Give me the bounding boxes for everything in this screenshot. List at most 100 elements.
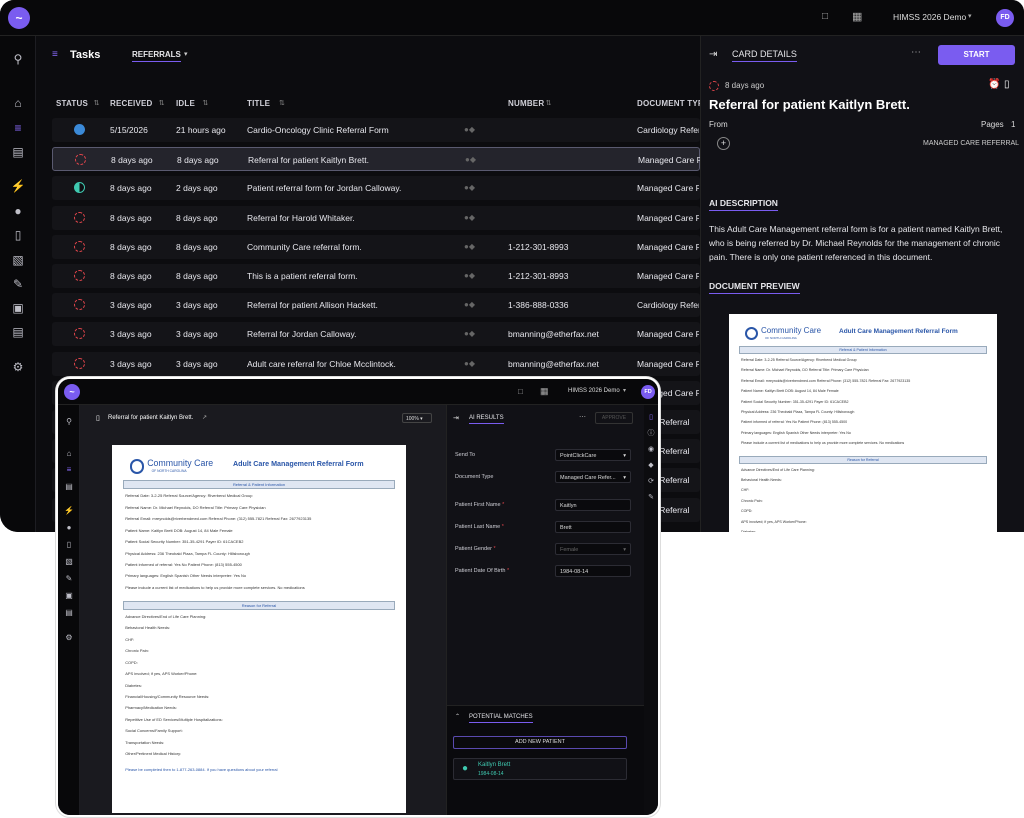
collapse-panel-icon[interactable]: ⇥ xyxy=(453,414,459,422)
chevron-down-icon[interactable]: ▾ xyxy=(623,453,626,459)
user-avatar[interactable]: FD xyxy=(641,385,655,399)
chevron-down-icon[interactable]: ▾ xyxy=(623,547,626,553)
start-button[interactable]: START xyxy=(938,45,1015,65)
chevron-down-icon[interactable]: ▾ xyxy=(968,12,972,20)
column-header[interactable]: STATUS xyxy=(56,99,88,108)
sort-icon[interactable]: ⇅ xyxy=(159,99,165,107)
document-icon[interactable]: ▯ xyxy=(644,411,658,425)
comment-tag-icon[interactable]: ●◆ xyxy=(464,359,484,368)
edit-icon[interactable]: ✎ xyxy=(58,572,80,586)
table-row[interactable]: 8 days ago 2 days ago Patient referral for… xyxy=(52,176,700,201)
comment-tag-icon[interactable]: ●◆ xyxy=(464,213,484,222)
more-options-icon[interactable]: ⋯ xyxy=(911,47,921,58)
sort-icon[interactable]: ⇅ xyxy=(202,99,208,107)
alarm-icon[interactable]: ⏰ xyxy=(988,79,1000,90)
contact-card-icon[interactable]: ▣ xyxy=(58,589,80,603)
comment-tag-icon[interactable]: ●◆ xyxy=(464,183,484,192)
user-avatar[interactable]: FD xyxy=(996,9,1014,27)
forms-icon[interactable]: ▤ xyxy=(0,325,36,339)
title-cell[interactable]: Community Care referral form. xyxy=(247,242,362,252)
comment-tag-icon[interactable]: ●◆ xyxy=(464,242,484,251)
table-row[interactable]: 8 days ago 8 days ago This is a patient re… xyxy=(52,264,700,288)
board-icon[interactable]: ▧ xyxy=(58,555,80,569)
plug-icon[interactable]: ⚡ xyxy=(0,179,36,193)
title-cell[interactable]: Cardio-Oncology Clinic Referral Form xyxy=(247,125,389,135)
search-icon[interactable]: ⚲ xyxy=(0,52,36,66)
document-add-icon[interactable]: □ xyxy=(518,387,523,396)
chevron-up-icon[interactable]: ⌃ xyxy=(455,713,460,720)
app-logo[interactable]: ~ xyxy=(8,7,30,29)
sort-icon[interactable]: ⇅ xyxy=(94,99,100,107)
inbox-icon[interactable]: ▤ xyxy=(58,480,80,494)
users-icon[interactable]: ● xyxy=(58,521,80,535)
table-row[interactable]: 3 days ago 3 days ago Referral for patient… xyxy=(52,293,700,318)
match-card[interactable]: ● Kaitlyn Brett 1984-08-14 xyxy=(453,758,627,780)
search-icon[interactable]: ⚲ xyxy=(58,415,80,429)
select-field[interactable]: Female ▾ xyxy=(555,543,631,555)
approve-button[interactable]: APPROVE xyxy=(595,412,633,424)
sort-icon[interactable]: ⇅ xyxy=(279,99,285,107)
tag-icon[interactable]: ◆ xyxy=(644,459,658,473)
add-sender-button[interactable]: + xyxy=(717,137,730,150)
collapse-panel-icon[interactable]: ⇥ xyxy=(709,49,717,60)
apps-grid-icon[interactable]: ▦ xyxy=(540,386,549,397)
comment-tag-icon[interactable]: ●◆ xyxy=(464,329,484,338)
table-row[interactable]: 3 days ago 3 days ago Adult care referral … xyxy=(52,351,700,376)
documents-icon[interactable]: ▯ xyxy=(0,228,36,242)
users-icon[interactable]: ● xyxy=(0,204,36,218)
workspace-selector[interactable]: HIMSS 2026 Demo xyxy=(893,12,966,22)
chevron-down-icon[interactable]: ▾ xyxy=(184,50,188,58)
forms-icon[interactable]: ▤ xyxy=(58,606,80,620)
document-page[interactable]: Community Care OF NORTH CAROLINA Adult Car… xyxy=(112,445,406,813)
document-add-icon[interactable]: □ xyxy=(822,11,828,22)
contact-card-icon[interactable]: ▣ xyxy=(0,301,36,315)
edit-icon[interactable]: ✎ xyxy=(644,491,658,505)
title-cell[interactable]: Referral for patient Allison Hackett. xyxy=(247,300,378,310)
open-external-icon[interactable]: ↗ xyxy=(202,414,207,421)
apps-grid-icon[interactable]: ▦ xyxy=(852,10,862,23)
table-row[interactable]: 8 days ago 8 days ago Community Care refer… xyxy=(52,234,700,259)
table-row[interactable]: 8 days ago 8 days ago Referral for patient… xyxy=(52,147,700,172)
workspace-selector[interactable]: HIMSS 2026 Demo xyxy=(568,388,620,394)
tasks-icon[interactable]: ≡ xyxy=(0,121,36,135)
title-cell[interactable]: Patient referral form for Jordan Callowa… xyxy=(247,183,401,193)
column-header[interactable]: TITLE xyxy=(247,99,270,108)
table-row[interactable]: 5/15/2026 21 hours ago Cardio-Oncology Cli… xyxy=(52,118,700,142)
table-row[interactable]: 3 days ago 3 days ago Referral for Jordan … xyxy=(52,322,700,347)
zoom-selector[interactable]: 100% ▾ xyxy=(402,413,432,423)
comment-tag-icon[interactable]: ●◆ xyxy=(464,271,484,280)
home-icon[interactable]: ⌂ xyxy=(0,96,36,110)
column-header[interactable]: DOCUMENT TYPE xyxy=(637,99,709,108)
select-field[interactable]: PointClickCare ▾ xyxy=(555,449,631,461)
settings-gear-icon[interactable]: ⚙ xyxy=(58,631,80,645)
column-header[interactable]: RECEIVED xyxy=(110,99,153,108)
inbox-icon[interactable]: ▤ xyxy=(0,145,36,159)
select-field[interactable]: Managed Care Refer... ▾ xyxy=(555,471,631,483)
chevron-down-icon[interactable]: ▾ xyxy=(623,387,626,394)
plug-icon[interactable]: ⚡ xyxy=(58,504,80,518)
comment-tag-icon[interactable]: ●◆ xyxy=(465,155,485,164)
route-icon[interactable]: ⟳ xyxy=(644,475,658,489)
comment-tag-icon[interactable]: ●◆ xyxy=(464,125,484,134)
comment-tag-icon[interactable]: ●◆ xyxy=(464,300,484,309)
document-export-icon[interactable]: ▯ xyxy=(1004,79,1010,90)
sort-icon[interactable]: ⇅ xyxy=(546,99,552,107)
documents-icon[interactable]: ▯ xyxy=(58,538,80,552)
edit-icon[interactable]: ✎ xyxy=(0,277,36,291)
settings-gear-icon[interactable]: ⚙ xyxy=(0,360,36,374)
title-cell[interactable]: Referral for Harold Whitaker. xyxy=(247,213,355,223)
title-cell[interactable]: This is a patient referral form. xyxy=(247,271,358,281)
tasks-icon[interactable]: ≡ xyxy=(58,463,80,477)
title-cell[interactable]: Referral for Jordan Calloway. xyxy=(247,329,356,339)
board-icon[interactable]: ▧ xyxy=(0,253,36,267)
chevron-down-icon[interactable]: ▾ xyxy=(623,475,626,481)
add-new-patient-button[interactable]: ADD NEW PATIENT xyxy=(453,736,627,749)
title-cell[interactable]: Referral for patient Kaitlyn Brett. xyxy=(248,155,369,165)
text-field[interactable]: Brett xyxy=(555,521,631,533)
home-icon[interactable]: ⌂ xyxy=(58,447,80,461)
more-options-icon[interactable]: ⋯ xyxy=(579,413,586,421)
text-field[interactable]: 1984-08-14 xyxy=(555,565,631,577)
table-row[interactable]: 8 days ago 8 days ago Referral for Harold … xyxy=(52,205,700,230)
view-selector[interactable]: REFERRALS xyxy=(132,50,181,62)
comment-icon[interactable]: ◉ xyxy=(644,443,658,457)
